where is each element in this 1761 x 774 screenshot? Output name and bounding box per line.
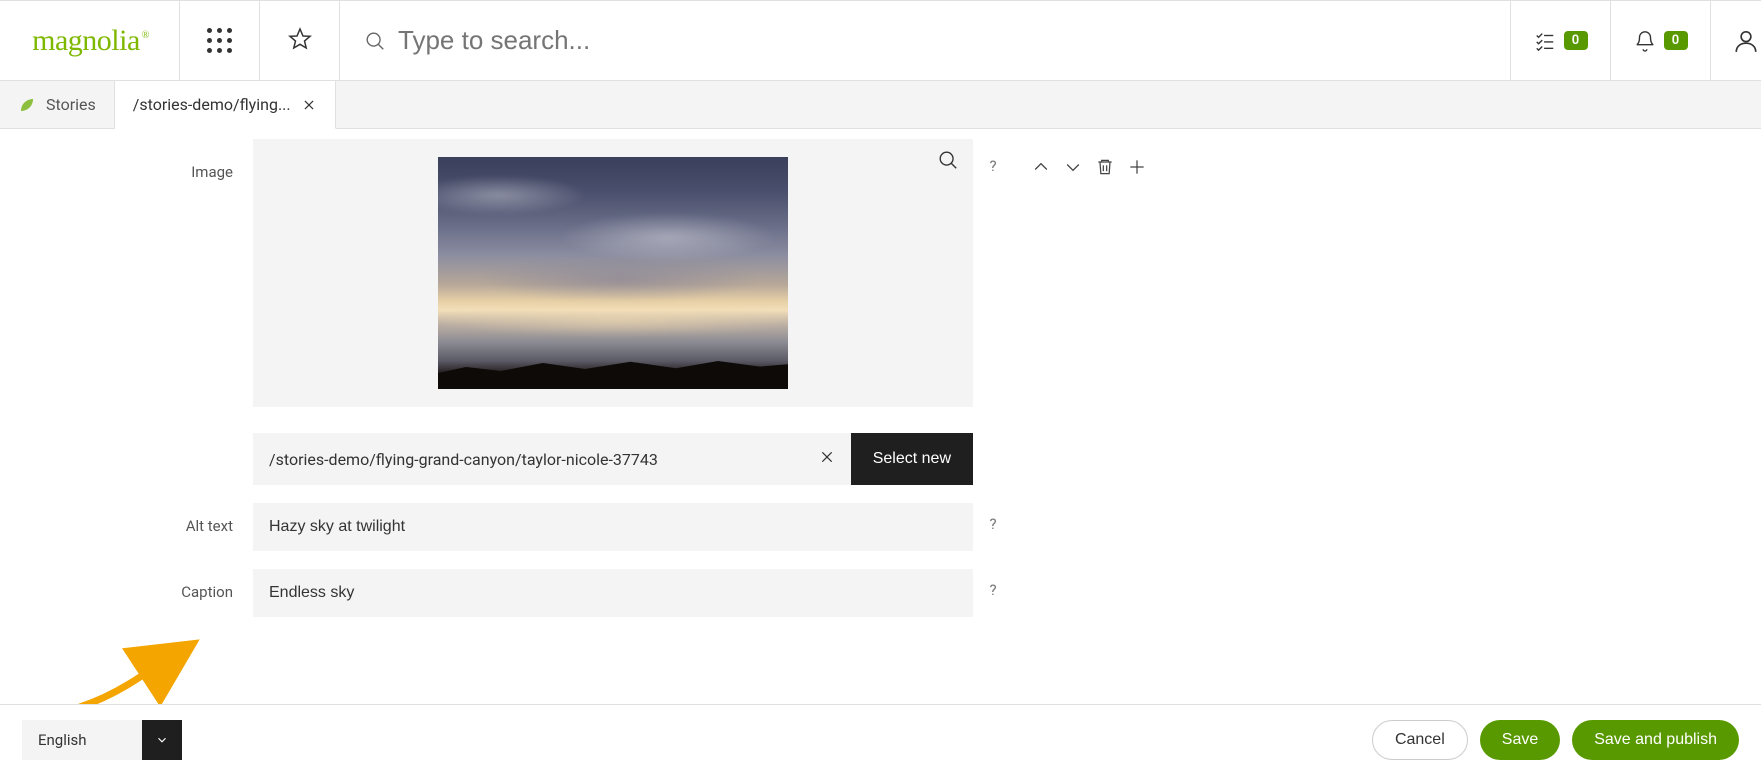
cancel-button[interactable]: Cancel [1372,720,1468,760]
help-alt-text[interactable]: ? [973,503,1013,533]
editor-content: Image /stories-demo/flying-grand-canyon/… [0,129,1761,704]
save-and-publish-button[interactable]: Save and publish [1572,720,1739,760]
tab-stories[interactable]: Stories [0,81,115,128]
tabs-bar: Stories /stories-demo/flying... [0,81,1761,129]
alt-text-input[interactable] [253,503,973,551]
tasks-icon [1534,30,1556,52]
logo[interactable]: magnolia [0,1,180,80]
clear-image-button[interactable] [819,449,835,469]
field-label-image: Image [0,139,253,181]
trash-icon[interactable] [1095,157,1115,177]
chevron-down-icon [155,733,169,747]
search-icon [937,149,959,171]
tab-label: Stories [46,95,96,114]
apps-grid-icon [207,28,232,53]
image-path-value: /stories-demo/flying-grand-canyon/taylor… [269,450,658,469]
language-value: English [22,720,142,760]
field-label-caption: Caption [0,569,253,601]
notifications-badge: 0 [1664,31,1688,50]
user-menu-button[interactable] [1711,1,1761,80]
favorites-button[interactable] [260,1,340,80]
field-image: Image /stories-demo/flying-grand-canyon/… [0,139,1761,485]
annotation-arrow [70,627,200,704]
add-icon[interactable] [1127,157,1147,177]
search-icon [364,30,386,52]
move-down-icon[interactable] [1063,157,1083,177]
image-preview[interactable] [253,139,973,407]
leaf-icon [18,96,36,114]
field-caption: Caption ? [0,569,1761,617]
select-new-button[interactable]: Select new [851,433,973,485]
image-path-input[interactable]: /stories-demo/flying-grand-canyon/taylor… [253,433,851,485]
help-image[interactable]: ? [973,139,1013,175]
notifications-button[interactable]: 0 [1611,1,1711,80]
zoom-button[interactable] [937,149,959,175]
star-icon [288,27,312,55]
bell-icon [1634,30,1656,52]
move-up-icon[interactable] [1031,157,1051,177]
user-icon [1733,28,1759,54]
logo-text: magnolia [32,24,147,58]
tab-close-button[interactable] [301,97,317,113]
language-selector[interactable]: English [22,720,182,760]
field-alt-text: Alt text ? [0,503,1761,551]
close-icon [302,98,316,112]
tab-label: /stories-demo/flying... [133,95,291,114]
field-label-alt-text: Alt text [0,503,253,535]
language-dropdown-button[interactable] [142,720,182,760]
image-thumbnail [438,157,788,389]
search-input[interactable] [398,25,1486,56]
tab-active-story[interactable]: /stories-demo/flying... [115,81,336,129]
save-button[interactable]: Save [1480,720,1560,760]
editor-footer: English Cancel Save Save and publish [0,704,1761,774]
caption-input[interactable] [253,569,973,617]
global-search[interactable] [340,1,1511,80]
tasks-button[interactable]: 0 [1511,1,1611,80]
block-toolbar [1013,139,1147,177]
apps-launcher-button[interactable] [180,1,260,80]
close-icon [819,449,835,465]
top-bar: magnolia 0 0 [0,0,1761,81]
help-caption[interactable]: ? [973,569,1013,599]
tasks-badge: 0 [1564,31,1588,50]
